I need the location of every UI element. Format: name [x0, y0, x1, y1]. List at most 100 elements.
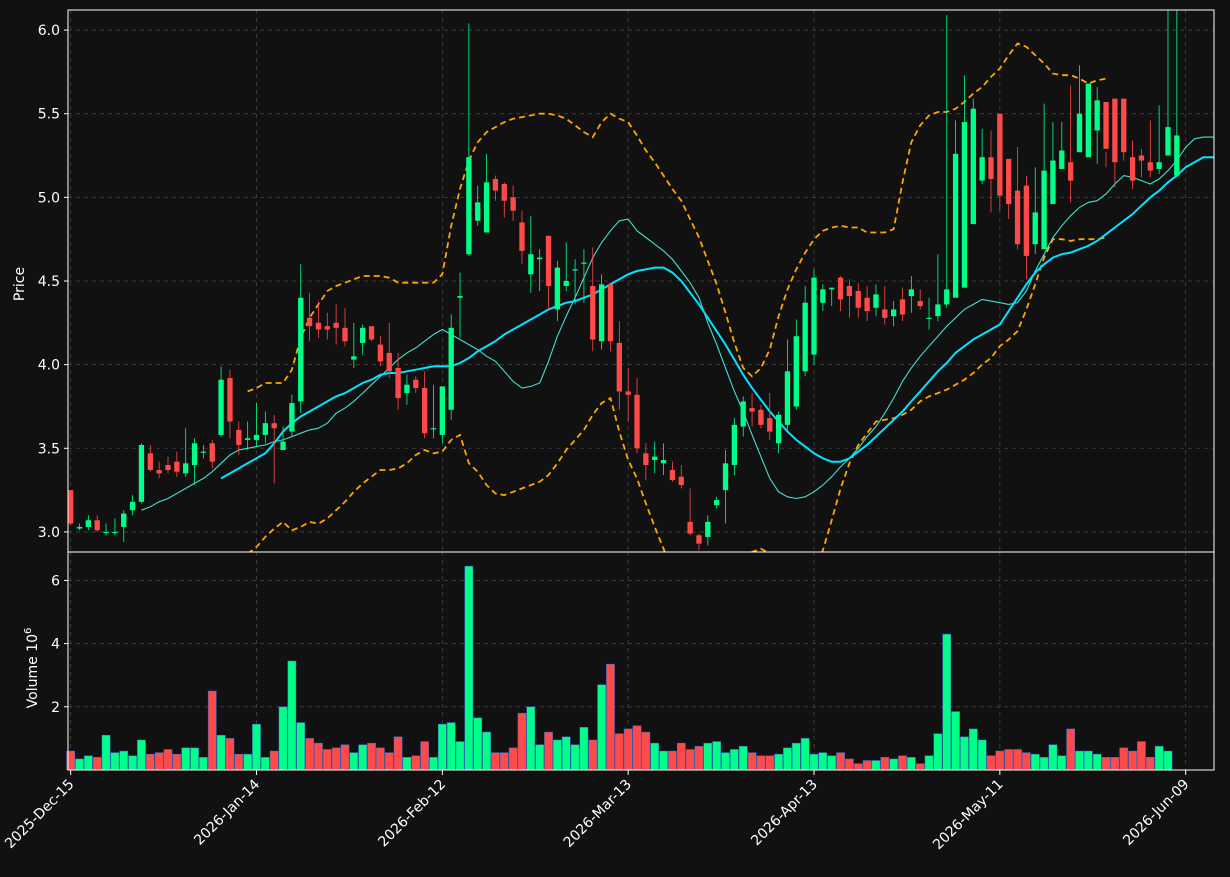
- volume-bar: [996, 751, 1004, 770]
- candle-body: [900, 299, 905, 314]
- volume-bar: [217, 735, 225, 770]
- candle-body: [696, 535, 701, 543]
- candle-body: [714, 500, 719, 505]
- chart-root: 3.03.54.04.55.05.56.0 246 2025-Dec-15202…: [0, 0, 1230, 873]
- candle-body: [1165, 127, 1170, 155]
- volume-bar: [704, 743, 712, 770]
- candle-body: [1015, 191, 1020, 245]
- volume-bar: [748, 753, 756, 770]
- candle-body: [183, 463, 188, 473]
- candle-body: [953, 154, 958, 298]
- volume-bar: [270, 751, 278, 770]
- candle-body: [360, 328, 365, 343]
- volume-bar: [1067, 729, 1075, 770]
- price-tick-label: 6.0: [38, 23, 60, 39]
- volume-axis-label: Volume 106: [23, 628, 41, 709]
- volume-bar: [155, 753, 163, 770]
- candle-body: [77, 527, 82, 529]
- volume-bar: [474, 718, 482, 770]
- candle-body: [449, 328, 454, 410]
- volume-bar: [978, 740, 986, 770]
- candle-body: [723, 463, 728, 490]
- volume-bar: [1129, 751, 1137, 770]
- candle-body: [599, 284, 604, 341]
- price-tick-label: 3.0: [38, 525, 60, 541]
- candle-body: [369, 326, 374, 339]
- volume-bar: [527, 707, 535, 770]
- volume-bar: [226, 738, 234, 770]
- volume-bar: [1111, 757, 1119, 770]
- candle-body: [342, 328, 347, 341]
- volume-bar: [1137, 742, 1145, 770]
- candle-body: [148, 453, 153, 470]
- candle-body: [68, 490, 73, 523]
- volume-bar: [766, 756, 774, 770]
- volume-bar: [598, 685, 606, 770]
- candle-body: [1174, 135, 1179, 175]
- volume-bar: [721, 753, 729, 770]
- volume-bar: [1084, 751, 1092, 770]
- candle-body: [86, 520, 91, 527]
- candle-body: [475, 202, 480, 220]
- candle-body: [121, 514, 126, 527]
- volume-bar: [323, 749, 331, 770]
- candle-body: [95, 520, 100, 530]
- volume-bar: [208, 691, 216, 770]
- volume-bar: [173, 754, 181, 770]
- volume-axis-label-text: Volume 10: [25, 634, 41, 708]
- candle-body: [803, 303, 808, 372]
- candle-body: [502, 184, 507, 201]
- volume-axis-label-exponent: 6: [23, 628, 34, 634]
- volume-bar: [854, 764, 862, 770]
- candle-body: [838, 278, 843, 300]
- candle-body: [847, 286, 852, 296]
- volume-bar: [969, 729, 977, 770]
- candle-body: [440, 386, 445, 435]
- candle-body: [634, 395, 639, 449]
- volume-bar: [615, 734, 623, 770]
- volume-bar: [1022, 753, 1030, 770]
- volume-bar: [836, 753, 844, 770]
- candle-body: [687, 522, 692, 534]
- volume-bar: [93, 757, 101, 770]
- volume-bar: [279, 707, 287, 770]
- volume-tick-label: 2: [51, 700, 60, 716]
- volume-bar: [465, 566, 473, 770]
- candle-body: [997, 114, 1002, 196]
- volume-bar: [84, 756, 92, 770]
- volume-bar: [509, 748, 517, 770]
- volume-bar: [182, 748, 190, 770]
- volume-bar: [544, 732, 552, 770]
- candle-body: [1103, 102, 1108, 149]
- candle-body: [873, 294, 878, 307]
- volume-bar: [1058, 756, 1066, 770]
- volume-bar: [686, 749, 694, 770]
- candle-body: [979, 157, 984, 180]
- candle-body: [325, 326, 330, 329]
- volume-bar: [1031, 754, 1039, 770]
- candle-body: [1086, 84, 1091, 158]
- price-tick-label: 5.0: [38, 190, 60, 206]
- candle-body: [1033, 212, 1038, 244]
- volume-bar: [633, 726, 641, 770]
- candle-body: [864, 298, 869, 311]
- candle-body: [510, 197, 515, 210]
- candle-body: [652, 457, 657, 460]
- volume-bar: [350, 753, 358, 770]
- candle-body: [245, 438, 250, 440]
- volume-bar: [943, 634, 951, 770]
- volume-bar: [288, 661, 296, 770]
- volume-bar: [111, 753, 119, 770]
- candle-body: [519, 222, 524, 250]
- volume-bar: [810, 754, 818, 770]
- candle-body: [909, 289, 914, 296]
- candle-body: [210, 443, 215, 461]
- volume-bar: [792, 743, 800, 770]
- volume-bar: [199, 757, 207, 770]
- candle-body: [387, 353, 392, 371]
- candle-body: [1041, 171, 1046, 250]
- candle-body: [1059, 151, 1064, 169]
- volume-bar: [1005, 749, 1013, 770]
- candle-body: [564, 281, 569, 286]
- price-axis-label: Price: [12, 267, 28, 301]
